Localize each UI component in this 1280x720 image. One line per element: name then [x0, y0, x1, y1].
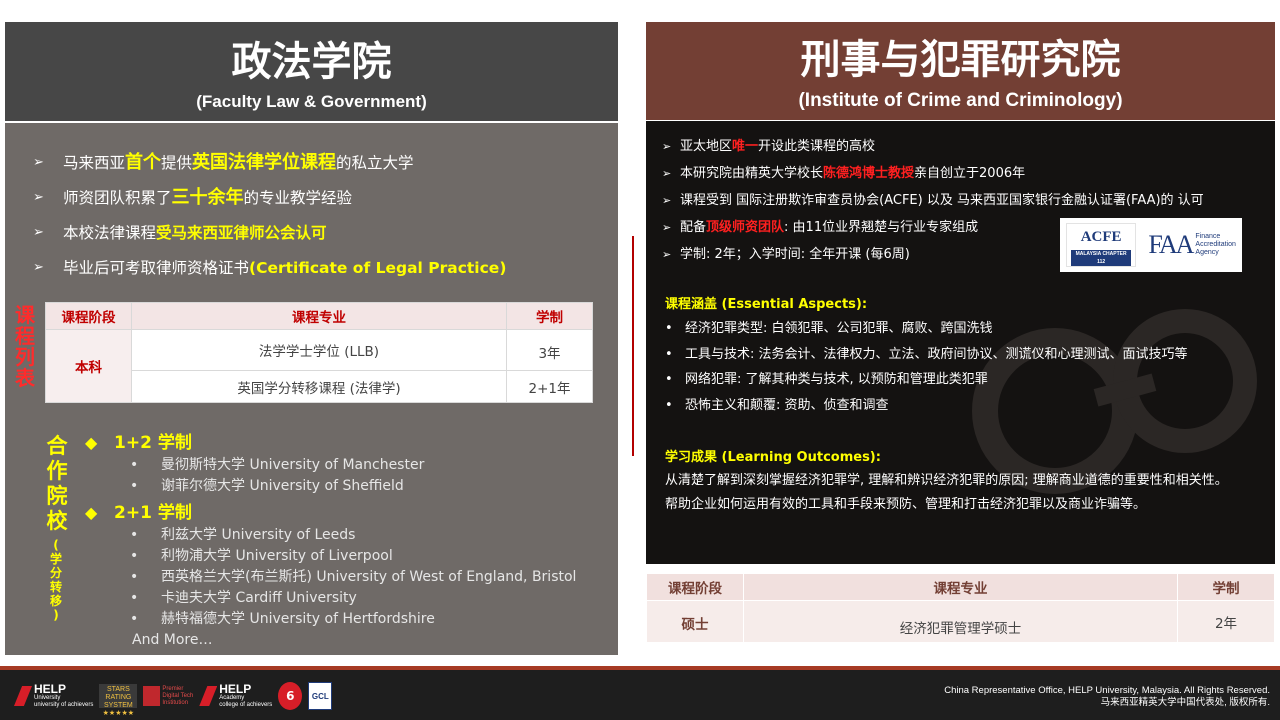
arrow-bullet-icon: ➢ [33, 154, 44, 170]
list-item: • 利兹大学 University of Leeds [130, 527, 356, 543]
gcl-logo: GCL [308, 682, 333, 710]
list-item: ➢ 马来西亚 首个 提供 英国法律学位课程 的私立大学 [33, 151, 414, 173]
program-cell: 英国学分转移课程 (法律学) [131, 370, 507, 403]
column-header: 课程专业 [743, 573, 1178, 601]
help-academy-logo: HELP Academy college of achievers [199, 683, 272, 709]
diamond-bullet-icon: ◆ [85, 503, 98, 522]
arrow-bullet-icon: ➢ [662, 247, 672, 261]
faculty-law-title-en: (Faculty Law & Government) [196, 92, 427, 111]
help-university-logo: HELP University university of achievers [14, 683, 93, 709]
more-partners: And More… [132, 632, 213, 648]
list-item: ➢ 课程受到 国际注册欺诈审查员协会(ACFE) 以及 马来西亚国家银行金融认证… [662, 192, 1204, 208]
program-cell: 法学学士学位 (LLB) [131, 329, 507, 371]
list-item: • 网络犯罪: 了解其种类与技术, 以预防和管理此类犯罪 [665, 372, 988, 387]
stars-rating-logo: STARS RATING SYSTEM ★★★★★ [99, 684, 138, 717]
partner-logos: HELP University university of achievers … [14, 682, 333, 717]
duration-cell: 2+1年 [506, 370, 593, 403]
master-course-table: 课程阶段 课程专业 学制 硕士 经济犯罪管理学硕士 2年 [646, 573, 1275, 643]
crime-institute-title-cn: 刑事与犯罪研究院 [800, 37, 1121, 83]
essential-aspects-title: 课程涵盖 (Essential Aspects): [665, 297, 868, 312]
copyright: China Representative Office, HELP Univer… [944, 685, 1270, 708]
partner-list-2plus1: • 利兹大学 University of Leeds • 利物浦大学 Univers… [85, 525, 605, 630]
list-item: • 利物浦大学 University of Liverpool [130, 548, 393, 564]
slide: 政法学院 (Faculty Law & Government) ➢ 马来西亚 首个… [0, 0, 1280, 720]
list-item: ➢ 本研究院由精英大学校长 陈德鸿博士教授 亲自创立于2006年 [662, 165, 1026, 181]
program-cell: 经济犯罪管理学硕士 [743, 600, 1178, 643]
arrow-bullet-icon: ➢ [33, 259, 44, 275]
column-header: 学制 [1177, 573, 1275, 601]
arrow-bullet-icon: ➢ [662, 166, 672, 180]
column-header: 课程专业 [131, 302, 507, 330]
duration-cell: 3年 [506, 329, 593, 371]
list-item: ➢ 毕业后可考取律师资格证书 (Certificate of Legal Pra… [33, 258, 507, 277]
stage-cell: 本科 [45, 329, 132, 403]
list-item: • 经济犯罪类型: 白领犯罪、公司犯罪、腐败、跨国洗钱 [665, 321, 993, 336]
list-item: ➢ 师资团队积累了 三十余年 的专业教学经验 [33, 186, 353, 208]
digital-tech-logo: Premier Digital Tech Institution [143, 686, 193, 707]
panel-divider [632, 236, 634, 456]
list-item: • 工具与技术: 法务会计、法律权力、立法、政府间协议、测谎仪和心理测试、面试技巧… [665, 346, 1188, 362]
partner-schools-title: 合 作 院 校 [46, 434, 68, 533]
table-header-row: 课程阶段 课程专业 学制 [45, 302, 593, 330]
learning-outcomes-text: 从清楚了解到深刻掌握经济犯罪学, 理解和辨识经济犯罪的原因; 理解商业道德的重要… [665, 473, 1228, 512]
table-row: 本科 法学学士学位 (LLB) 3年 [45, 329, 593, 403]
arrow-bullet-icon: ➢ [662, 220, 672, 234]
faa-logo: FAA Finance Accreditation Agency [1148, 230, 1236, 259]
duration-cell: 2年 [1177, 600, 1275, 643]
course-list-title: 课 程 列 表 [15, 303, 35, 390]
faculty-law-header: 政法学院 (Faculty Law & Government) [5, 22, 618, 121]
crime-institute-title-en: (Institute of Crime and Criminology) [798, 90, 1123, 111]
arrow-bullet-icon: ➢ [33, 224, 44, 240]
faculty-law-title-cn: 政法学院 [231, 39, 392, 85]
list-item: • 赫特福德大学 University of Hertfordshire [130, 611, 435, 627]
crime-institute-header: 刑事与犯罪研究院 (Institute of Crime and Crimino… [646, 22, 1275, 120]
column-header: 课程阶段 [646, 573, 744, 601]
list-item: • 西英格兰大学(布兰斯托) University of West of Engl… [130, 569, 577, 585]
partner-group-2plus1: ◆ 2+1 学制 [85, 503, 192, 523]
accreditation-logos: ACFE MALAYSIA CHAPTER 112 FAA Finance Ac… [1060, 218, 1242, 272]
arrow-bullet-icon: ➢ [33, 189, 44, 205]
list-item: • 曼彻斯特大学 University of Manchester [130, 457, 425, 473]
anniversary-badge: 6 [278, 682, 303, 710]
list-item: • 谢菲尔德大学 University of Sheffield [130, 478, 404, 494]
table-row: 硕士 经济犯罪管理学硕士 2年 [646, 600, 1275, 643]
list-item: ➢ 本校法律课程 受马来西亚律师公会认可 [33, 223, 327, 242]
undergrad-course-table: 课程阶段 课程专业 学制 本科 法学学士学位 (LLB) 3年 英国学分转移课程… [45, 302, 593, 403]
essential-aspects-list: • 经济犯罪类型: 白领犯罪、公司犯罪、腐败、跨国洗钱 • 工具与技术: 法务会计、… [665, 316, 1265, 418]
partner-universities: ◆ 1+2 学制 • 曼彻斯特大学 University of Mancheste… [85, 431, 605, 651]
footer: HELP University university of achievers … [0, 670, 1280, 720]
column-header: 课程阶段 [45, 302, 132, 330]
list-item: • 卡迪夫大学 Cardiff University [130, 590, 357, 606]
table-header-row: 课程阶段 课程专业 学制 [646, 573, 1275, 601]
partner-group-1plus2: ◆ 1+2 学制 [85, 433, 192, 453]
crime-institute-body: ➢ 亚太地区 唯一 开设此类课程的高校 ➢ 本研究院由精英大学校长 陈德鸿博士教授 … [646, 121, 1275, 564]
arrow-bullet-icon: ➢ [662, 193, 672, 207]
stage-cell: 硕士 [646, 600, 744, 643]
credit-transfer-subtitle: ( 学 分 转 移 ) [49, 538, 62, 622]
arrow-bullet-icon: ➢ [662, 139, 672, 153]
learning-outcomes-title: 学习成果 (Learning Outcomes): [665, 450, 881, 465]
acfe-logo: ACFE MALAYSIA CHAPTER 112 [1066, 223, 1137, 267]
list-item: • 恐怖主义和颠覆: 资助、侦查和调查 [665, 397, 889, 413]
diamond-bullet-icon: ◆ [85, 433, 98, 452]
column-header: 学制 [506, 302, 593, 330]
partner-list-1plus2: • 曼彻斯特大学 University of Manchester • 谢菲尔德大学… [85, 455, 605, 497]
list-item: ➢ 亚太地区 唯一 开设此类课程的高校 [662, 138, 876, 154]
faculty-law-highlights: ➢ 马来西亚 首个 提供 英国法律学位课程 的私立大学 ➢ 师资团队积累了 三十余年 的专业… [33, 145, 613, 285]
